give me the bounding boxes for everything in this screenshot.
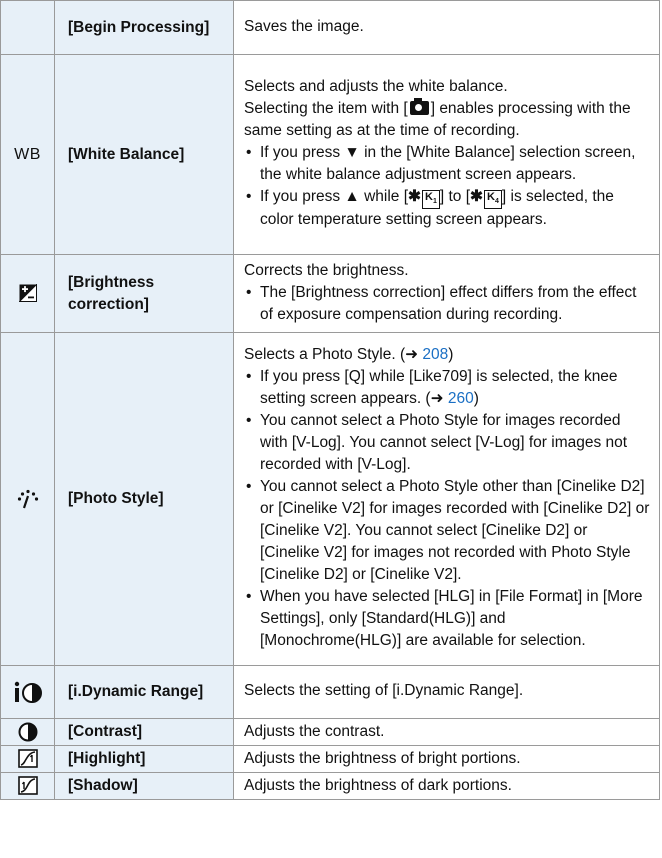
setting-description: Adjusts the brightness of dark portions. bbox=[233, 772, 660, 800]
setting-name: [i.Dynamic Range] bbox=[54, 665, 234, 719]
description-text: Adjusts the contrast. bbox=[244, 723, 385, 740]
contrast-icon bbox=[18, 722, 37, 742]
wb-icon: WB bbox=[14, 145, 41, 163]
table-row: [Highlight] Adjusts the brightness of br… bbox=[0, 745, 660, 773]
shadow-icon bbox=[17, 776, 38, 796]
icon-cell bbox=[0, 665, 55, 719]
description-text: Selects the setting of [i.Dynamic Range]… bbox=[244, 682, 524, 699]
icon-cell bbox=[0, 772, 55, 800]
setting-description: Corrects the brightness. The [Brightness… bbox=[233, 254, 660, 333]
highlight-icon bbox=[17, 749, 38, 769]
icon-cell bbox=[0, 745, 55, 773]
description-text: Selecting the item with [] enables proce… bbox=[244, 97, 631, 139]
table-row: [Photo Style] Selects a Photo Style. (➜ … bbox=[0, 332, 660, 666]
icon-cell bbox=[0, 718, 55, 746]
setting-description: Selects the setting of [i.Dynamic Range]… bbox=[233, 665, 660, 719]
page-reference-link[interactable]: 260 bbox=[448, 390, 474, 407]
icon-cell bbox=[0, 0, 55, 55]
bullet-item: The [Brightness correction] effect diffe… bbox=[244, 282, 651, 326]
setting-name: [White Balance] bbox=[54, 54, 234, 255]
setting-name: [Begin Processing] bbox=[54, 0, 234, 55]
bullet-item: You cannot select a Photo Style for imag… bbox=[244, 410, 651, 476]
table-row: WB [White Balance] Selects and adjusts t… bbox=[0, 54, 660, 255]
settings-table: [Begin Processing] Saves the image. WB [… bbox=[0, 0, 660, 800]
setting-name: [Photo Style] bbox=[54, 332, 234, 666]
setting-name: [Shadow] bbox=[54, 772, 234, 800]
bullet-list: The [Brightness correction] effect diffe… bbox=[244, 282, 651, 326]
icon-cell bbox=[0, 254, 55, 333]
table-row: [Begin Processing] Saves the image. bbox=[0, 0, 660, 55]
camera-icon bbox=[409, 97, 429, 115]
setting-name: [Brightness correction] bbox=[54, 254, 234, 333]
bullet-item: If you press [Q] while [Like709] is sele… bbox=[244, 366, 651, 410]
description-text: Corrects the brightness. bbox=[244, 261, 409, 279]
setting-description: Selects and adjusts the white balance. S… bbox=[233, 54, 660, 255]
wb-kelvin-4-icon: ✱ K4 bbox=[470, 188, 502, 210]
i-dynamic-range-icon bbox=[14, 681, 42, 703]
bullet-item: If you press ▲ while [✱K1] to [✱K4] is s… bbox=[244, 186, 651, 231]
icon-cell: WB bbox=[0, 54, 55, 255]
table-row: [i.Dynamic Range] Selects the setting of… bbox=[0, 665, 660, 719]
description-text: Adjusts the brightness of dark portions. bbox=[244, 777, 512, 794]
brightness-correction-icon bbox=[18, 284, 37, 303]
bullet-item: If you press ▼ in the [White Balance] se… bbox=[244, 142, 651, 186]
photo-style-icon bbox=[17, 489, 38, 509]
description-text: Selects and adjusts the white balance. bbox=[244, 77, 508, 95]
setting-description: Adjusts the contrast. bbox=[233, 718, 660, 746]
wb-kelvin-1-icon: ✱ K1 bbox=[408, 188, 440, 210]
description-text: Saves the image. bbox=[244, 17, 364, 35]
setting-description: Adjusts the brightness of bright portion… bbox=[233, 745, 660, 773]
table-row: [Shadow] Adjusts the brightness of dark … bbox=[0, 772, 660, 800]
setting-name: [Highlight] bbox=[54, 745, 234, 773]
page-reference-link[interactable]: 208 bbox=[422, 346, 448, 363]
bullet-item: You cannot select a Photo Style other th… bbox=[244, 476, 651, 586]
table-row: [Contrast] Adjusts the contrast. bbox=[0, 718, 660, 746]
description-text: Adjusts the brightness of bright portion… bbox=[244, 750, 521, 767]
table-row: [Brightness correction] Corrects the bri… bbox=[0, 254, 660, 333]
setting-description: Selects a Photo Style. (➜ 208) If you pr… bbox=[233, 332, 660, 666]
bullet-list: If you press [Q] while [Like709] is sele… bbox=[244, 366, 651, 652]
description-text: Selects a Photo Style. (➜ 208) bbox=[244, 346, 454, 363]
setting-description: Saves the image. bbox=[233, 0, 660, 55]
bullet-list: If you press ▼ in the [White Balance] se… bbox=[244, 142, 651, 231]
setting-name: [Contrast] bbox=[54, 718, 234, 746]
bullet-item: When you have selected [HLG] in [File Fo… bbox=[244, 586, 651, 652]
icon-cell bbox=[0, 332, 55, 666]
